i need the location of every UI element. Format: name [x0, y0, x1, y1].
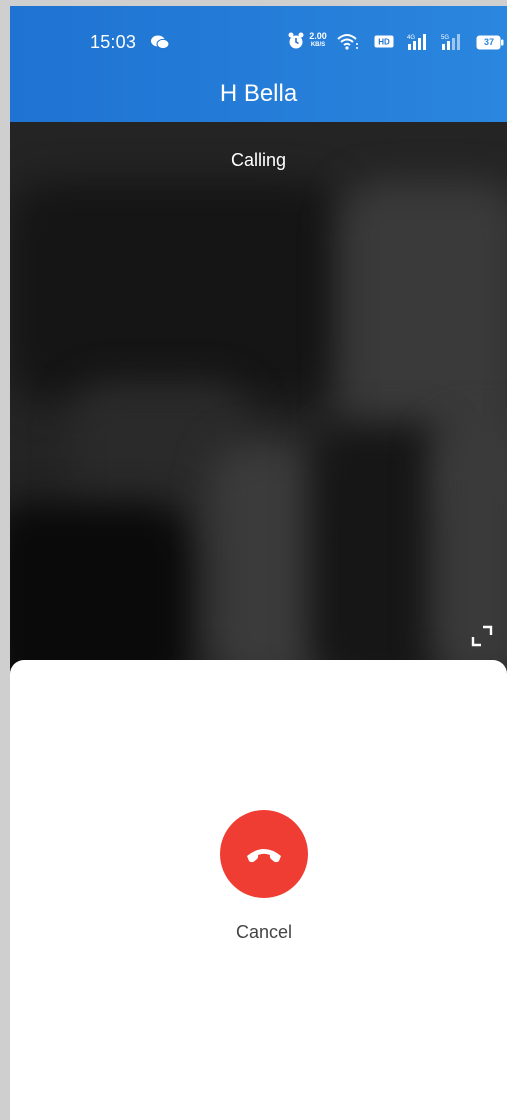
wechat-icon	[151, 35, 170, 50]
svg-text:HD: HD	[378, 38, 390, 47]
hang-up-icon	[247, 849, 281, 863]
video-preview[interactable]: Calling	[10, 122, 507, 672]
video-blur-shape	[10, 502, 190, 672]
alarm-icon	[288, 32, 304, 49]
svg-text:4G: 4G	[407, 35, 415, 41]
hd-icon: HD	[374, 35, 394, 48]
status-time: 15:03	[90, 32, 137, 52]
phone-screen: 15:03 2.00 KB/S HD 4G 5G 37 H Bella Call…	[10, 6, 507, 1120]
video-blur-shape	[310, 422, 450, 672]
expand-icon[interactable]	[470, 624, 494, 648]
call-status: Calling	[230, 150, 287, 170]
call-controls-sheet: Cancel	[10, 660, 507, 1120]
svg-text:5G: 5G	[441, 35, 449, 41]
wifi-icon	[337, 34, 358, 50]
network-speed-value: 2.00	[309, 31, 327, 41]
cancel-label: Cancel	[235, 922, 293, 942]
video-blur-shape	[10, 182, 340, 402]
4g-signal-icon: 4G	[407, 34, 426, 50]
status-icons: 2.00 KB/S HD 4G 5G 37	[288, 32, 504, 54]
contact-name: H Bella	[219, 80, 298, 107]
network-speed-unit: KB/S	[310, 42, 326, 48]
cancel-call-button[interactable]	[220, 810, 308, 898]
top-bar: 15:03 2.00 KB/S HD 4G 5G 37 H Bella	[10, 6, 507, 122]
video-blur-shape	[430, 422, 507, 672]
5g-signal-icon: 5G	[441, 34, 460, 50]
battery-level: 37	[483, 37, 494, 47]
network-speed: 2.00 KB/S	[307, 32, 329, 49]
